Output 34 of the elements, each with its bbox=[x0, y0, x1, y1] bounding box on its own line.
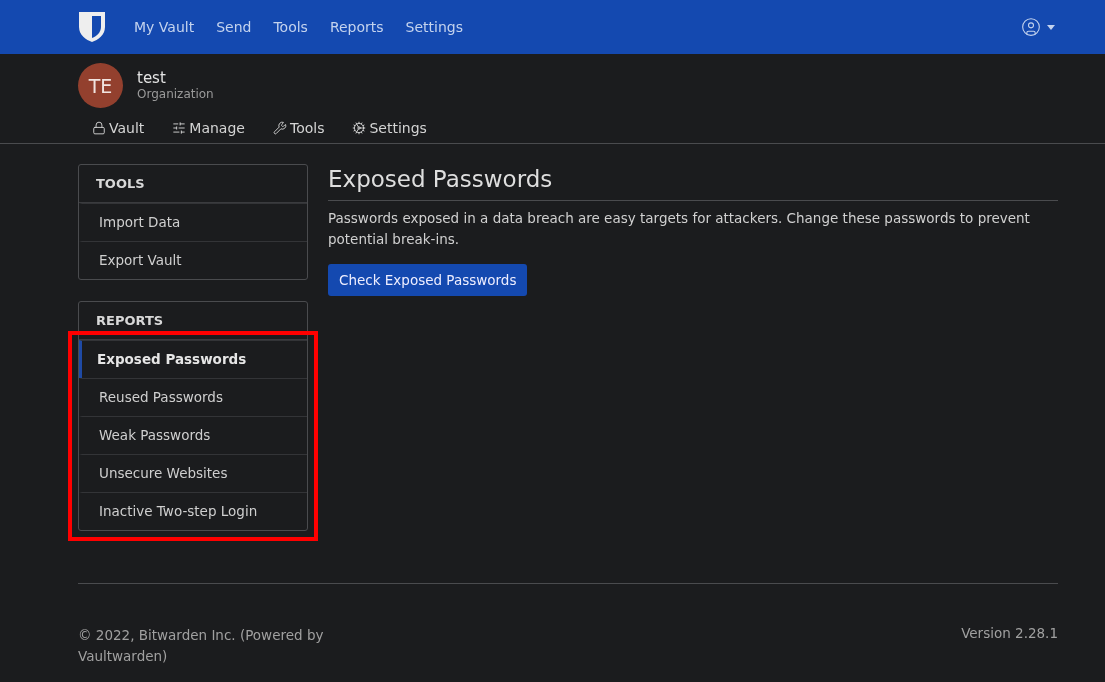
org-tab[interactable]: Tools bbox=[272, 120, 325, 136]
org-tab[interactable]: Manage bbox=[172, 120, 245, 136]
page-title: Exposed Passwords bbox=[328, 164, 1058, 201]
copyright-text: © 2022, Bitwarden Inc. (Powered by Vaultwarden) bbox=[78, 626, 325, 666]
wrench-icon bbox=[272, 121, 287, 135]
nav-link[interactable]: Send bbox=[216, 19, 252, 35]
org-avatar: TE bbox=[78, 63, 123, 108]
org-tab[interactable]: Settings bbox=[352, 120, 427, 136]
sidebar-item[interactable]: Export Vault bbox=[79, 241, 307, 279]
nav-link[interactable]: Reports bbox=[329, 19, 384, 35]
lock-icon bbox=[92, 121, 106, 135]
sidebar-item[interactable]: Reused Passwords bbox=[79, 378, 307, 416]
nav-link[interactable]: Settings bbox=[405, 19, 464, 35]
version-text: Version 2.28.1 bbox=[961, 625, 1058, 643]
caret-icon bbox=[1047, 24, 1055, 30]
description: Passwords exposed in a data breach are easy targets for attackers. Change these passwords to prevent potential break-ins. bbox=[328, 209, 1031, 249]
sidebar-item[interactable]: Weak Passwords bbox=[79, 416, 307, 454]
section-title: REPORTS bbox=[79, 302, 307, 340]
section-title: TOOLS bbox=[79, 165, 307, 203]
sidebar-item[interactable]: Inactive Two-step Login bbox=[79, 492, 307, 530]
check-button[interactable]: Check Exposed Passwords bbox=[328, 264, 528, 296]
account-menu-button[interactable] bbox=[1021, 17, 1055, 37]
sidebar-item[interactable]: Import Data bbox=[79, 203, 307, 241]
nav-link[interactable]: My Vault bbox=[134, 19, 195, 35]
shield-logo-icon[interactable] bbox=[78, 11, 106, 43]
sliders-icon bbox=[172, 121, 187, 135]
org-type: Organization bbox=[137, 87, 214, 101]
gears-icon bbox=[352, 121, 367, 135]
sidebar-item[interactable]: Exposed Passwords bbox=[79, 340, 307, 378]
org-tab[interactable]: Vault bbox=[92, 120, 145, 136]
org-name: test bbox=[137, 70, 167, 87]
nav-link[interactable]: Tools bbox=[273, 19, 308, 35]
sidebar-item[interactable]: Unsecure Websites bbox=[79, 454, 307, 492]
user-icon bbox=[1021, 17, 1041, 37]
